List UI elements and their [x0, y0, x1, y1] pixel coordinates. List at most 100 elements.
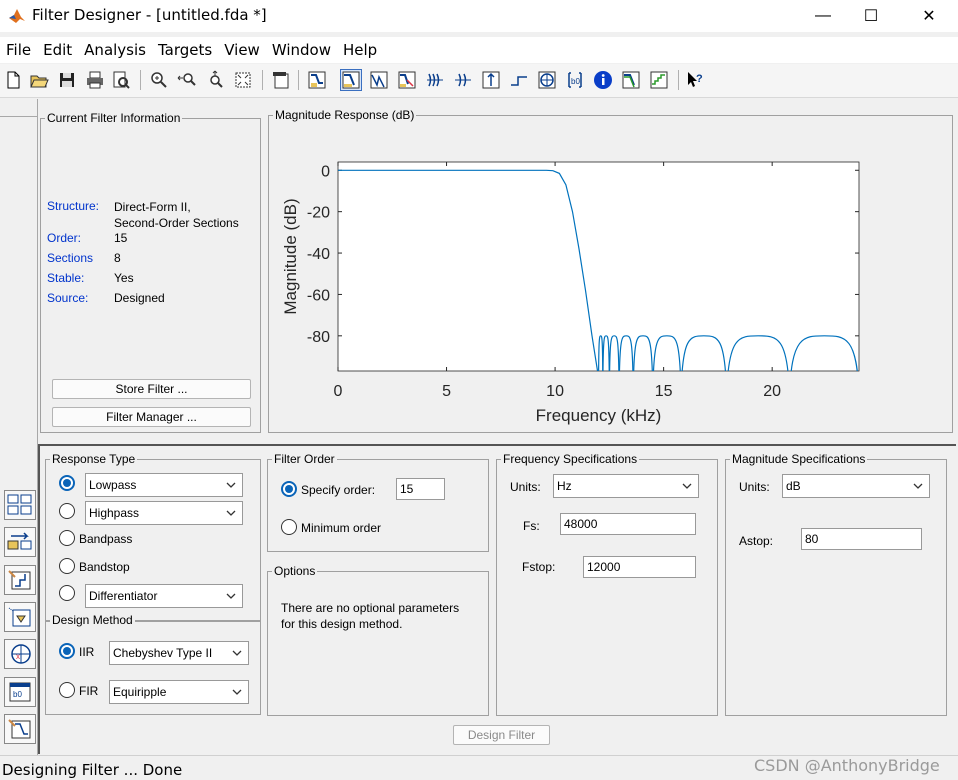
design-method-panel: Design Method IIR Chebyshev Type II FIR … [45, 613, 261, 715]
group-delay-icon[interactable] [424, 69, 446, 91]
step-response-icon[interactable] [508, 69, 530, 91]
minimize-button[interactable]: — [800, 0, 846, 32]
info-icon[interactable] [592, 69, 614, 91]
fstop-input[interactable]: 12000 [583, 556, 696, 578]
x-tick-label: 10 [546, 383, 564, 400]
lowpass-dropdown[interactable]: Lowpass [85, 473, 243, 497]
zoom-in-icon[interactable] [148, 69, 170, 91]
menu-analysis[interactable]: Analysis [78, 37, 152, 63]
sections-label: Sections [47, 251, 94, 265]
realize-model-icon[interactable]: b0 [4, 677, 36, 707]
fir-radio[interactable] [59, 682, 75, 698]
order-input[interactable]: 15 [396, 478, 445, 500]
specify-order-label: Specify order: [301, 483, 376, 497]
options-panel: Options There are no optional parameters… [267, 564, 489, 716]
bandpass-radio[interactable] [59, 530, 75, 546]
design-filter-icon[interactable] [4, 714, 36, 744]
print-icon[interactable] [84, 69, 106, 91]
menu-file[interactable]: File [0, 37, 37, 63]
differentiator-radio[interactable] [59, 585, 75, 601]
bandpass-label: Bandpass [79, 532, 133, 546]
import-filter-icon[interactable] [4, 602, 36, 632]
phase-delay-icon[interactable] [452, 69, 474, 91]
frequency-specs-panel: Frequency Specifications Units: Hz Fs: 4… [496, 452, 718, 716]
filter-order-title: Filter Order [272, 452, 337, 466]
options-title: Options [272, 564, 318, 578]
x-tick-label: 15 [655, 383, 673, 400]
window-title: Filter Designer - [untitled.fda *] [32, 6, 267, 24]
mag-units-label: Units: [739, 480, 770, 494]
whats-this-icon[interactable]: ? [684, 69, 706, 91]
maximize-button[interactable]: ☐ [848, 0, 894, 32]
x-tick-label: 5 [442, 383, 451, 400]
chevron-down-icon [232, 689, 242, 695]
impulse-response-icon[interactable] [480, 69, 502, 91]
chevron-down-icon [226, 510, 236, 516]
magnitude-response-chart: 0 5 10 15 20 0 -20 -40 -60 -80 Frequency (kHz) Magn… [281, 161, 860, 425]
iir-radio[interactable] [59, 643, 75, 659]
chevron-down-icon [913, 483, 923, 489]
full-view-icon[interactable] [232, 69, 254, 91]
new-window-icon[interactable] [270, 69, 292, 91]
new-icon[interactable] [2, 69, 24, 91]
magnitude-estimate-icon[interactable] [620, 69, 642, 91]
filter-manager-button[interactable]: Filter Manager ... [52, 407, 251, 427]
phase-response-icon[interactable] [368, 69, 390, 91]
design-method-title: Design Method [50, 613, 135, 627]
menu-help[interactable]: Help [337, 37, 383, 63]
fir-method-dropdown[interactable]: Equiripple [109, 680, 249, 704]
y-tick-label: 0 [321, 163, 330, 180]
watermark: CSDN @AnthonyBridge [754, 756, 940, 775]
differentiator-dropdown[interactable]: Differentiator [85, 584, 243, 608]
menu-window[interactable]: Window [266, 37, 337, 63]
astop-input[interactable]: 80 [801, 528, 922, 550]
filter-specs-icon[interactable] [306, 69, 328, 91]
menu-view[interactable]: View [218, 37, 266, 63]
y-axis-label: Magnitude (dB) [281, 198, 300, 314]
freq-units-dropdown[interactable]: Hz [553, 474, 699, 498]
multirate-icon[interactable]: x [4, 639, 36, 669]
highpass-radio[interactable] [59, 503, 75, 519]
mag-units-dropdown[interactable]: dB [782, 474, 930, 498]
lowpass-radio[interactable] [59, 475, 75, 491]
filter-order-panel: Filter Order Specify order: 15 Minimum o… [267, 452, 489, 552]
structure-value: Direct-Form II, Second-Order Sections [114, 200, 239, 230]
svg-text:x: x [16, 652, 20, 661]
magnitude-specs-panel: Magnitude Specifications Units: dB Astop… [725, 452, 947, 716]
save-icon[interactable] [56, 69, 78, 91]
magnitude-response-icon[interactable] [340, 69, 362, 91]
print-preview-icon[interactable] [110, 69, 132, 91]
design-filter-button[interactable]: Design Filter [453, 725, 550, 745]
svg-text:b0: b0 [571, 77, 580, 86]
menu-targets[interactable]: Targets [152, 37, 218, 63]
noise-power-icon[interactable] [648, 69, 670, 91]
options-text: There are no optional parameters for thi… [281, 601, 460, 631]
mag-phase-icon[interactable] [396, 69, 418, 91]
close-button[interactable]: ✕ [906, 0, 952, 32]
highpass-dropdown[interactable]: Highpass [85, 501, 243, 525]
transform-icon[interactable] [4, 490, 36, 520]
iir-method-dropdown[interactable]: Chebyshev Type II [109, 641, 249, 665]
minimum-order-radio[interactable] [281, 519, 297, 535]
zoom-x-icon[interactable] [176, 69, 198, 91]
fs-input[interactable]: 48000 [560, 513, 696, 535]
pole-zero-editor-icon[interactable] [4, 565, 36, 595]
menu-edit[interactable]: Edit [37, 37, 78, 63]
source-label: Source: [47, 291, 89, 305]
convert-structure-icon[interactable] [4, 527, 36, 557]
fstop-label: Fstop: [522, 560, 556, 574]
fs-label: Fs: [523, 519, 540, 533]
specify-order-radio[interactable] [281, 481, 297, 497]
fir-label: FIR [79, 684, 99, 698]
open-icon[interactable] [28, 69, 50, 91]
bandstop-radio[interactable] [59, 558, 75, 574]
pole-zero-icon[interactable] [536, 69, 558, 91]
magnitude-specs-title: Magnitude Specifications [730, 452, 868, 466]
zoom-y-icon[interactable] [204, 69, 226, 91]
store-filter-button[interactable]: Store Filter ... [52, 379, 251, 399]
stable-value: Yes [114, 271, 134, 285]
plot-area [337, 161, 860, 372]
y-tick-label: -80 [307, 329, 330, 346]
coefficients-icon[interactable]: b0 [564, 69, 586, 91]
fir-method-value: Equiripple [113, 685, 167, 699]
